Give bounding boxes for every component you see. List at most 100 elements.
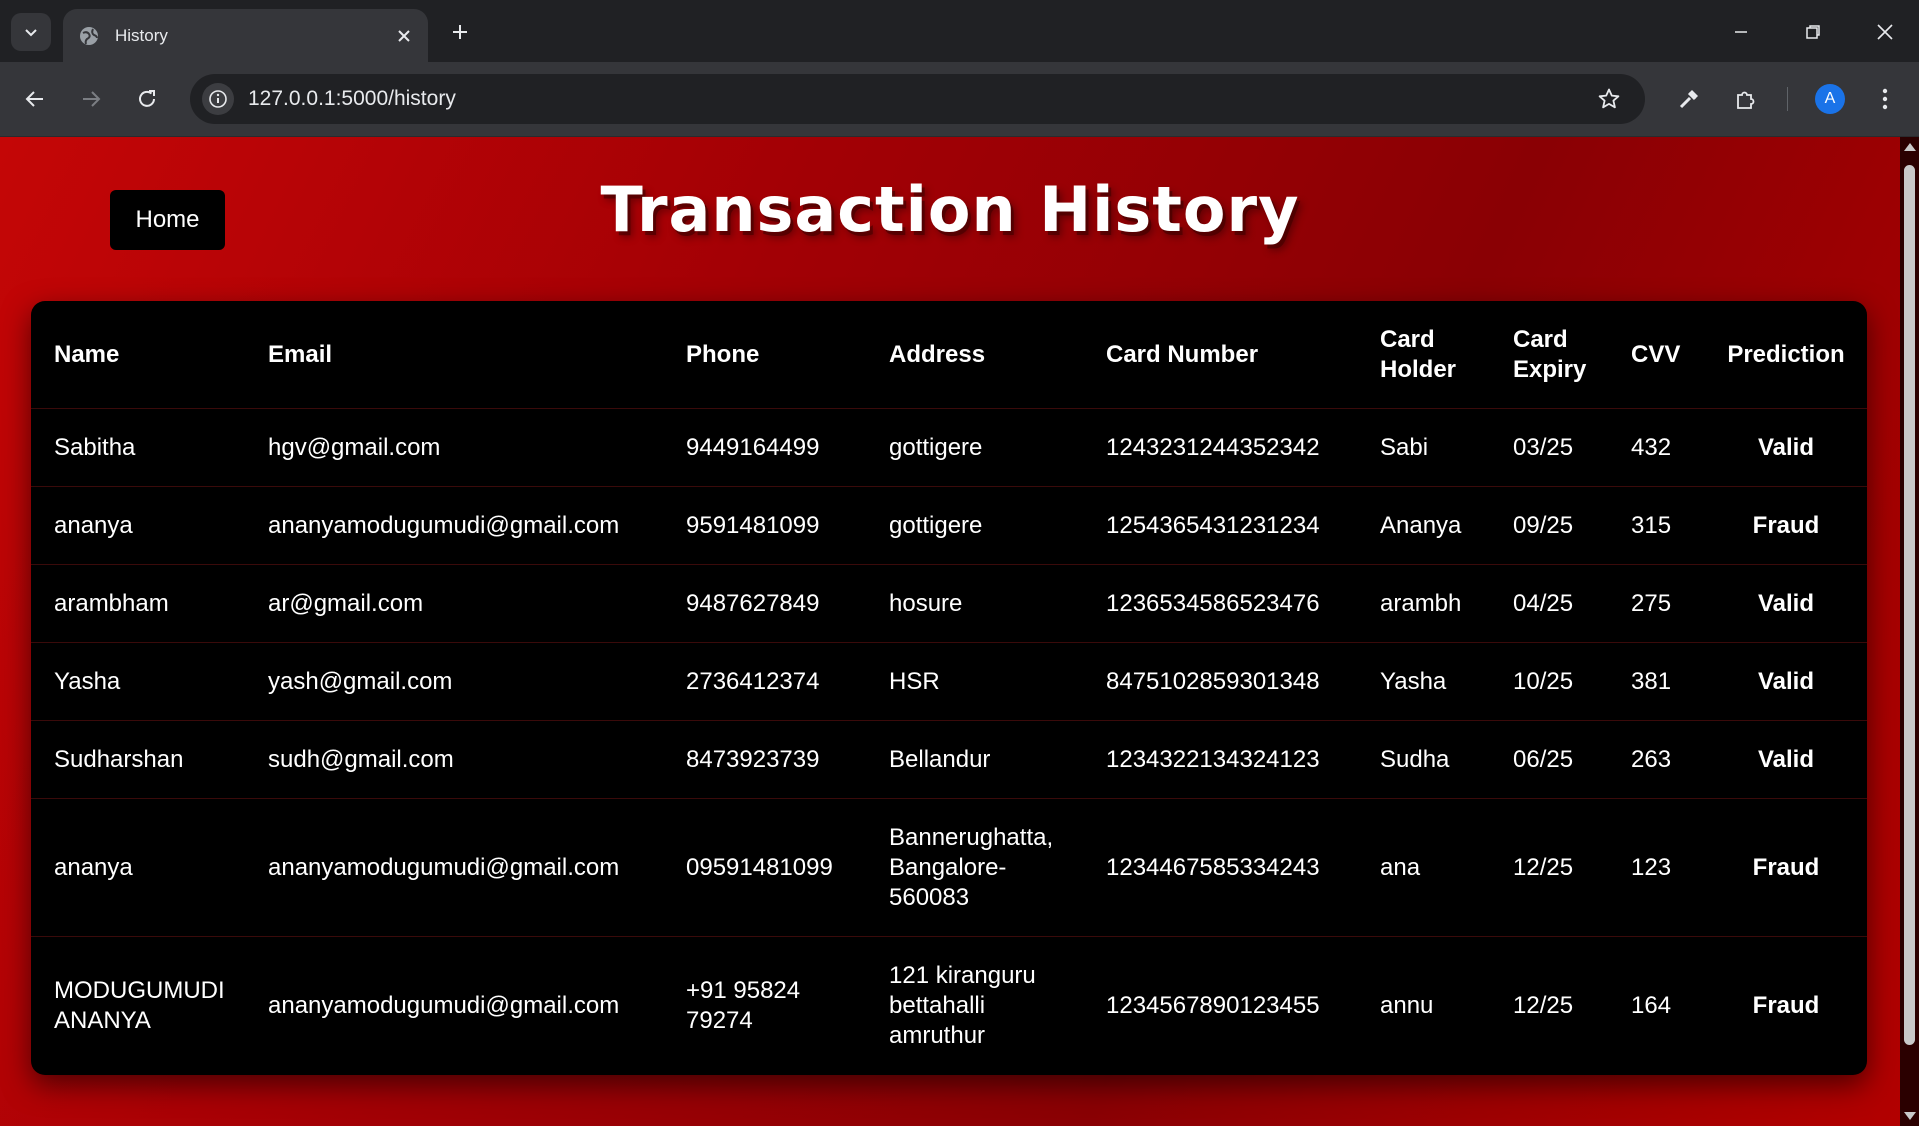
prediction-cell: Fraud: [1752, 991, 1820, 1019]
cvv-cell: 164: [1631, 991, 1672, 1019]
card-number-cell: 1254365431231234: [1083, 486, 1357, 565]
cvv-cell: 123: [1608, 798, 1705, 937]
table-row: arambham ar@gmail.com 9487627849 hosure 1236…: [31, 564, 1867, 643]
column-header: Card Expiry: [1490, 301, 1608, 409]
email-cell: yash@gmail.com: [245, 642, 663, 721]
address-cell: Bellandur: [866, 720, 1083, 799]
name-cell: ananya: [31, 798, 245, 937]
card-holder-cell: arambh: [1357, 564, 1490, 643]
tab-search-button[interactable]: [11, 13, 51, 51]
table-row: Yasha yash@gmail.com 2736412374 HSR 84751028…: [31, 642, 1867, 721]
back-arrow-icon[interactable]: [16, 80, 54, 118]
card-number-cell: 1236534586523476: [1083, 564, 1357, 643]
card-expiry-cell: 12/25: [1490, 798, 1608, 937]
transaction-table: Name Email Phone Address Card Number Car…: [31, 301, 1867, 1074]
address-bar[interactable]: 127.0.0.1:5000/history: [190, 74, 1645, 124]
tab-strip: History: [0, 0, 1919, 62]
globe-icon: [77, 24, 101, 48]
card-expiry-cell: 10/25: [1490, 642, 1608, 721]
table-row: MODUGUMUDI ANANYA ananyamodugumudi@gmail.…: [31, 937, 1867, 1075]
address-cell: HSR: [866, 642, 1083, 721]
name-cell: ananya: [31, 486, 245, 565]
cvv-cell: 275: [1608, 564, 1705, 643]
prediction-cell: Fraud: [1705, 798, 1867, 937]
phone-cell: 9591481099: [663, 486, 866, 565]
scroll-up-arrow-icon[interactable]: [1904, 143, 1916, 151]
name-cell: Yasha: [31, 642, 245, 721]
table-row: ananya ananyamodugumudi@gmail.com 95914810…: [31, 486, 1867, 565]
phone-cell: 9487627849: [663, 564, 866, 643]
card-number-cell: 1234322134324123: [1083, 720, 1357, 799]
scrollbar-thumb[interactable]: [1904, 165, 1915, 1045]
card-expiry-cell: 04/25: [1490, 564, 1608, 643]
card-expiry-cell: 06/25: [1490, 720, 1608, 799]
prediction-cell: Valid: [1705, 564, 1867, 643]
address-cell: 121 kiranguru bettahalli amruthur: [889, 961, 1036, 1049]
table-row: Sudharshan sudh@gmail.com 8473923739 Bellan…: [31, 720, 1867, 799]
address-cell: gottigere: [866, 408, 1083, 487]
name-cell: Sabitha: [31, 408, 245, 487]
card-holder-cell: ana: [1357, 798, 1490, 937]
site-info-icon[interactable]: [202, 83, 234, 115]
transaction-table-container: Name Email Phone Address Card Number Car…: [31, 301, 1867, 1075]
extensions-puzzle-icon[interactable]: [1727, 80, 1765, 118]
bookmark-star-icon[interactable]: [1591, 81, 1627, 117]
prediction-cell: Valid: [1705, 408, 1867, 487]
card-number-cell: 8475102859301348: [1083, 642, 1357, 721]
card-holder-cell: annu: [1380, 991, 1434, 1019]
name-cell: arambham: [31, 564, 245, 643]
cvv-cell: 432: [1608, 408, 1705, 487]
email-cell: ar@gmail.com: [245, 564, 663, 643]
chevron-down-icon: [25, 29, 37, 37]
browser-toolbar: 127.0.0.1:5000/history A: [0, 62, 1919, 137]
column-header: Prediction: [1705, 301, 1867, 409]
column-header: Card Holder: [1357, 301, 1490, 409]
prediction-cell: Fraud: [1705, 486, 1867, 565]
page-scrollbar[interactable]: [1900, 137, 1919, 1126]
scroll-down-arrow-icon[interactable]: [1904, 1112, 1916, 1120]
browser-tab[interactable]: History: [63, 9, 428, 62]
card-number-cell: 1234467585334243: [1083, 798, 1357, 937]
card-holder-cell: Sudha: [1357, 720, 1490, 799]
card-number-cell: 1234567890123455: [1106, 991, 1320, 1019]
more-menu-icon[interactable]: [1866, 80, 1904, 118]
minimize-icon[interactable]: [1721, 13, 1761, 51]
email-cell: ananyamodugumudi@gmail.com: [268, 991, 620, 1019]
page-title: Transaction History: [600, 173, 1300, 246]
column-header: Address: [866, 301, 1083, 409]
phone-cell: 9449164499: [663, 408, 866, 487]
close-tab-icon[interactable]: [390, 22, 418, 50]
tab-title: History: [115, 25, 168, 45]
prediction-cell: Valid: [1705, 642, 1867, 721]
toolbar-divider: [1787, 87, 1788, 111]
new-tab-icon[interactable]: [444, 16, 476, 48]
phone-cell: 09591481099: [663, 798, 866, 937]
name-cell: MODUGUMUDI ANANYA: [54, 976, 225, 1034]
name-cell: Sudharshan: [31, 720, 245, 799]
card-expiry-cell: 12/25: [1513, 991, 1574, 1019]
restore-icon[interactable]: [1793, 13, 1833, 51]
address-cell: gottigere: [866, 486, 1083, 565]
email-cell: ananyamodugumudi@gmail.com: [245, 486, 663, 565]
close-window-icon[interactable]: [1865, 13, 1905, 51]
reload-icon[interactable]: [128, 80, 166, 118]
profile-avatar[interactable]: A: [1815, 84, 1845, 114]
column-header: Card Number: [1083, 301, 1357, 409]
phone-cell: +91 95824 79274: [686, 976, 801, 1034]
email-cell: hgv@gmail.com: [245, 408, 663, 487]
page-viewport: Home Transaction History Name Email Phon…: [0, 137, 1919, 1126]
column-header: Name: [31, 301, 245, 409]
column-header: Phone: [663, 301, 866, 409]
card-holder-cell: Yasha: [1357, 642, 1490, 721]
cvv-cell: 263: [1608, 720, 1705, 799]
card-holder-cell: Ananya: [1357, 486, 1490, 565]
column-header: CVV: [1608, 301, 1705, 409]
column-header: Email: [245, 301, 663, 409]
email-cell: ananyamodugumudi@gmail.com: [245, 798, 663, 937]
eyedropper-extension-icon[interactable]: [1670, 80, 1708, 118]
email-cell: sudh@gmail.com: [245, 720, 663, 799]
card-expiry-cell: 03/25: [1490, 408, 1608, 487]
forward-arrow-icon[interactable]: [72, 80, 110, 118]
address-cell: Bannerughatta, Bangalore-560083: [866, 798, 1083, 937]
cvv-cell: 381: [1608, 642, 1705, 721]
